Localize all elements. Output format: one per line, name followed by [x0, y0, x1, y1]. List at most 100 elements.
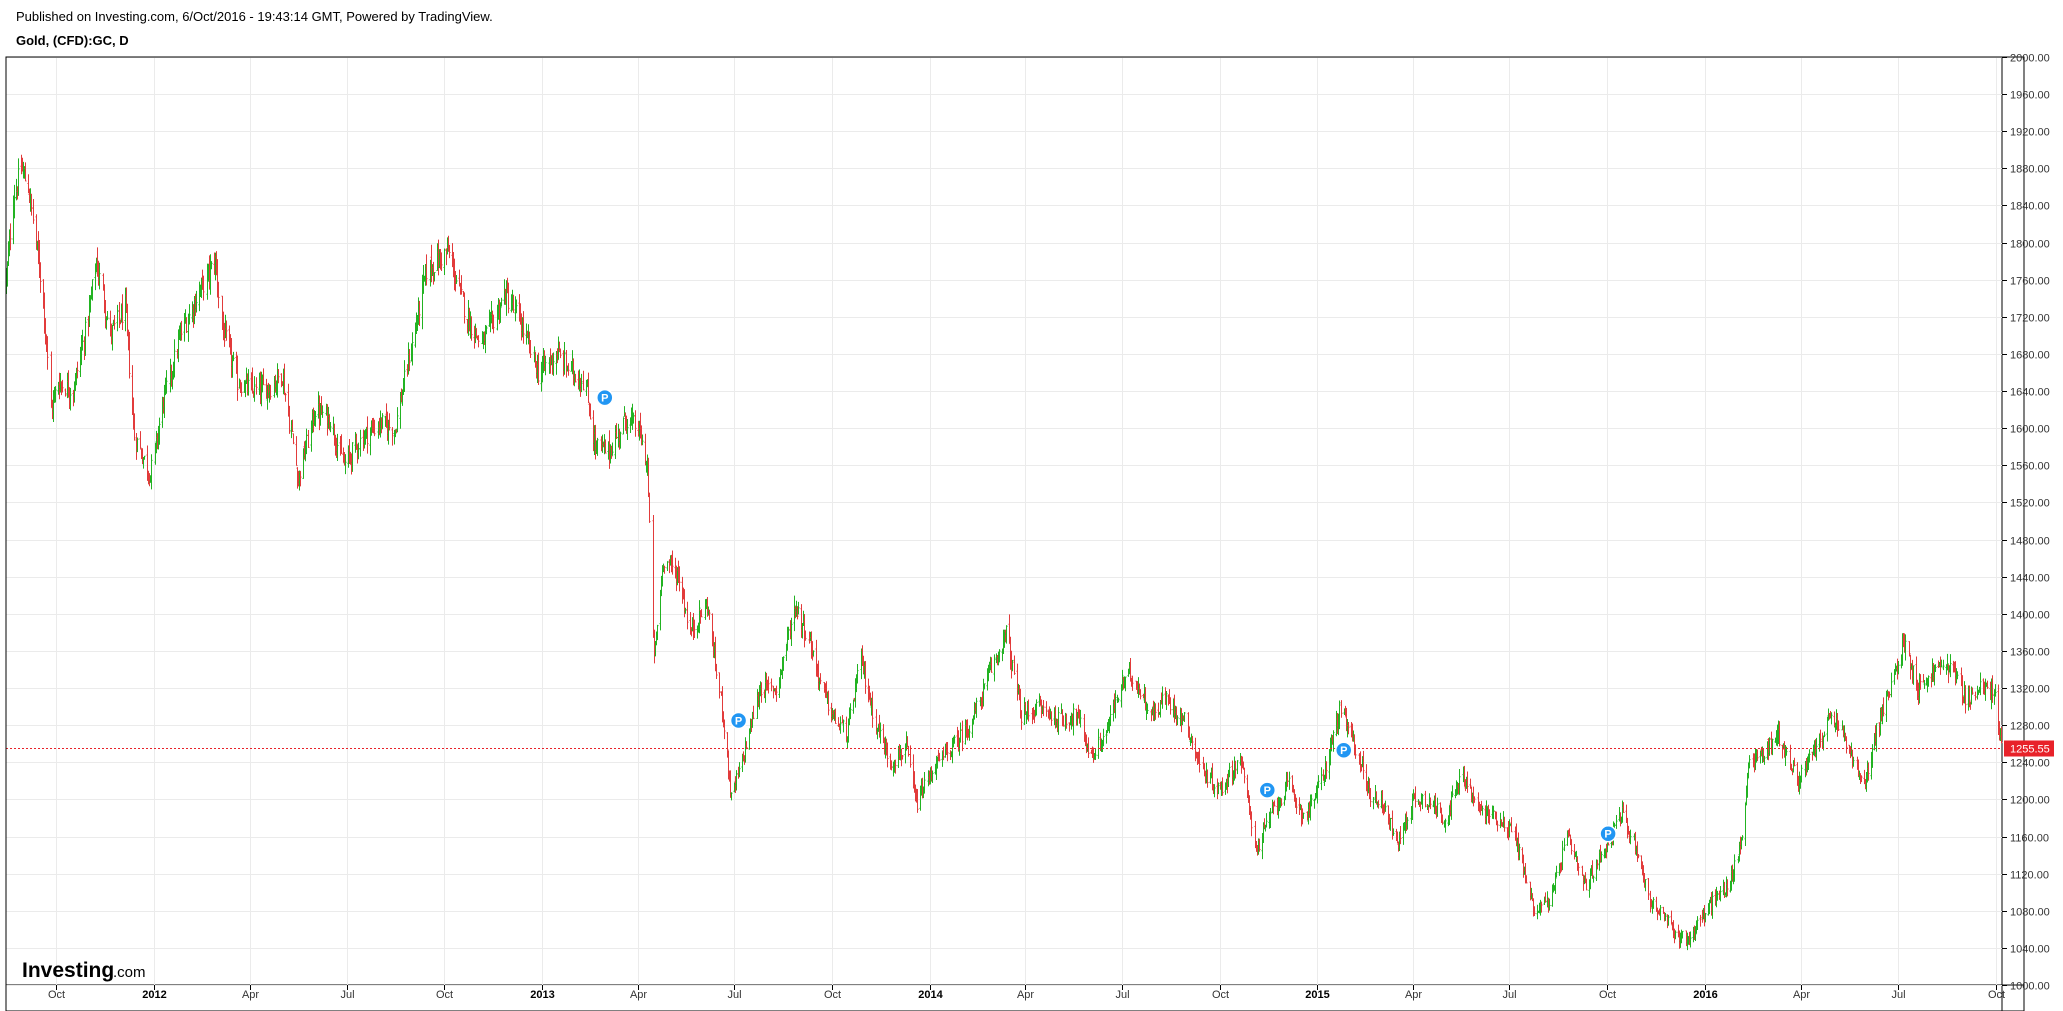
x-tick-label: Apr — [1793, 989, 1810, 1001]
x-tick-label: 2016 — [1693, 989, 1717, 1001]
candle — [307, 429, 310, 448]
candle — [1699, 914, 1702, 927]
x-tick-label: Oct — [1599, 989, 1616, 1001]
x-tick-label: Apr — [1405, 989, 1422, 1001]
y-tick-label: 1120.00 — [2010, 870, 2049, 882]
candle — [1744, 802, 1747, 846]
x-tick-label: Oct — [1212, 989, 1229, 1001]
candle — [718, 672, 721, 699]
x-tick-label: 2013 — [530, 989, 554, 1001]
marker-label: P — [735, 716, 742, 728]
marker-label: P — [1264, 785, 1271, 797]
candle — [652, 515, 655, 638]
candle — [50, 351, 53, 409]
y-tick-label: 1240.00 — [2010, 758, 2050, 770]
y-tick-label: 1000.00 — [2010, 981, 2050, 993]
y-tick-label: 2000.00 — [2010, 53, 2050, 65]
candle — [150, 454, 153, 490]
last-price-value: 1255.55 — [2010, 744, 2050, 756]
candle — [1045, 701, 1048, 717]
marker-label: P — [1340, 745, 1347, 757]
x-tick-label: Oct — [436, 989, 453, 1001]
candle — [587, 372, 590, 404]
x-tick-label: Oct — [1988, 989, 2005, 1001]
candle — [622, 417, 625, 435]
candle — [852, 699, 855, 714]
candle — [1986, 680, 1989, 689]
candle — [463, 292, 466, 324]
candle — [1157, 702, 1160, 718]
candle — [582, 370, 585, 391]
y-tick-label: 1080.00 — [2010, 907, 2050, 919]
publication-marker[interactable]: P — [1334, 741, 1353, 759]
candle — [32, 199, 35, 224]
candle — [644, 433, 647, 466]
grid-layer — [6, 57, 2024, 1011]
candle — [292, 433, 295, 445]
price-chart[interactable]: P P P P P 1000.00 1040.00 1080.00 1120.00 1160.0… — [0, 0, 2063, 1011]
y-tick-label: 1040.00 — [2010, 944, 2050, 956]
x-tick-label: Apr — [242, 989, 259, 1001]
y-axis: 1000.00 1040.00 1080.00 1120.00 1160.00 1200.… — [2002, 53, 2050, 993]
candle — [391, 427, 394, 446]
plot-frame — [5, 56, 2025, 1011]
x-tick-label: Apr — [1017, 989, 1034, 1001]
candle — [1563, 838, 1566, 852]
candle — [1647, 877, 1650, 900]
y-tick-label: 1360.00 — [2010, 647, 2050, 659]
candle — [1243, 767, 1246, 784]
y-tick-label: 1200.00 — [2010, 795, 2050, 807]
marker-label: P — [1604, 829, 1611, 841]
x-tick-label: Oct — [824, 989, 841, 1001]
candle — [1097, 728, 1100, 759]
publication-marker[interactable]: P — [729, 711, 748, 730]
x-tick-label: Oct — [48, 989, 65, 1001]
candle — [1313, 798, 1316, 809]
candle — [106, 311, 109, 321]
x-tick-label: Jul — [340, 989, 354, 1001]
candle — [1016, 663, 1019, 701]
marker-label: P — [601, 393, 608, 405]
y-tick-label: 1400.00 — [2010, 610, 2050, 622]
candle — [1288, 771, 1291, 790]
y-tick-label: 1840.00 — [2010, 201, 2050, 213]
y-tick-label: 1800.00 — [2010, 239, 2050, 251]
publication-marker[interactable]: P — [1599, 824, 1617, 843]
candle — [993, 654, 996, 682]
y-tick-label: 1280.00 — [2010, 721, 2050, 733]
candle — [666, 560, 669, 572]
y-tick-label: 1760.00 — [2010, 276, 2050, 288]
y-tick-label: 1440.00 — [2010, 573, 2050, 585]
publication-marker[interactable]: P — [1258, 781, 1277, 799]
y-tick-label: 1520.00 — [2010, 498, 2050, 510]
x-tick-label: Jul — [727, 989, 741, 1001]
y-tick-label: 1160.00 — [2010, 833, 2049, 845]
candle — [116, 304, 119, 332]
y-tick-label: 1920.00 — [2010, 127, 2050, 139]
candle — [1320, 767, 1323, 791]
x-axis: Oct 2012 Apr Jul Oct 2013 Apr Jul Oct 2014 Apr Jul O… — [48, 985, 2005, 1001]
candle — [770, 678, 773, 692]
candle — [64, 388, 67, 397]
logo-suffix: .com — [113, 964, 146, 981]
x-tick-label: Jul — [1502, 989, 1516, 1001]
y-tick-label: 1680.00 — [2010, 350, 2050, 362]
candle — [359, 429, 362, 457]
y-tick-label: 1880.00 — [2010, 164, 2050, 176]
candles — [5, 154, 2003, 951]
candle — [1908, 641, 1911, 657]
investing-logo: Investing .com — [22, 959, 146, 982]
x-tick-label: Jul — [1115, 989, 1129, 1001]
x-tick-label: Apr — [630, 989, 647, 1001]
candle — [1979, 672, 1982, 696]
candle — [772, 685, 775, 699]
candle — [1890, 672, 1893, 698]
publication-marker[interactable]: P — [596, 388, 614, 407]
logo-brand: Investing — [22, 959, 114, 982]
candle — [1451, 785, 1454, 798]
y-tick-label: 1720.00 — [2010, 313, 2050, 325]
x-tick-label: 2012 — [142, 989, 166, 1001]
candle — [253, 376, 256, 402]
y-tick-label: 1480.00 — [2010, 536, 2050, 548]
y-tick-label: 1600.00 — [2010, 424, 2050, 436]
